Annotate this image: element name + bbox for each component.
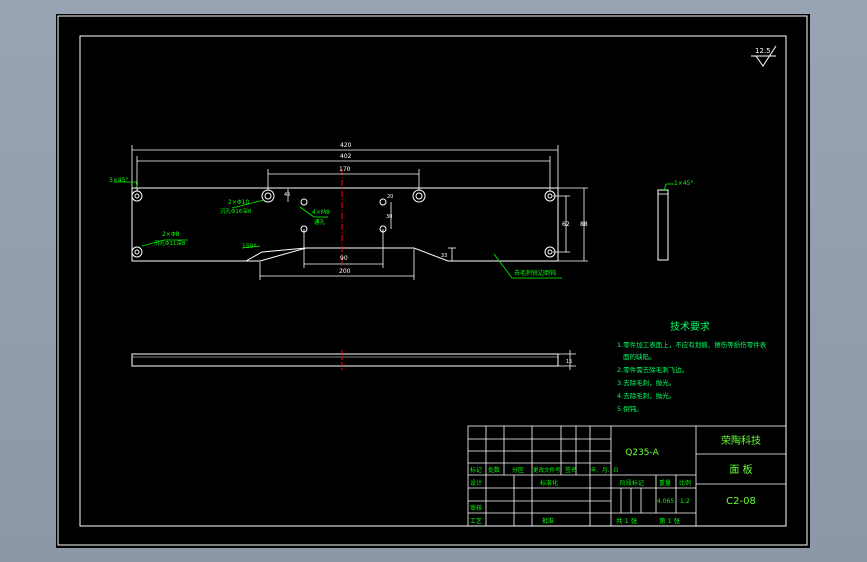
tech-item-4: 4.去除毛刺，抛光。	[617, 391, 675, 400]
tb-scale-value: 1:2	[680, 498, 690, 505]
hole-callout-bottom-sub: 沉孔Φ11深8	[154, 239, 186, 247]
company-name: 荣陶科技	[721, 434, 761, 447]
tech-item-1: 1.零件加工表面上，不应有划痕、擦伤等损伤零件表	[617, 340, 767, 349]
tb-stage-label: 阶段标记	[620, 479, 644, 487]
tb-header-date: 年、月、日	[591, 466, 619, 474]
chamfer-left-label: 3×45°	[109, 177, 128, 184]
tb-review: 审核	[470, 504, 482, 512]
tap-callout: 4×M8	[312, 209, 330, 216]
hole-callout-top: 2×Φ10	[228, 199, 249, 206]
front-view: 420 402 170 90 200 45 20 30 62 88 33 3×4…	[109, 142, 588, 280]
material: Q235-A	[625, 448, 659, 458]
hole	[131, 246, 143, 258]
tb-approve: 批准	[542, 517, 554, 525]
dim-thickness: 15	[566, 359, 572, 365]
dim-slot-height: 33	[441, 253, 447, 259]
tb-sheet-no: 第 1 张	[659, 516, 681, 525]
chamfer-side-label: 1×45°	[674, 180, 693, 187]
tb-weight-value: 4.065	[657, 498, 674, 505]
dim-inner-span: 170	[339, 166, 351, 173]
tech-requirements-title: 技术要求	[670, 320, 710, 333]
tb-design: 设计	[470, 479, 482, 487]
hole-callout-top-sub: 沉孔Φ16深8	[220, 207, 252, 215]
dim-small-h: 20	[387, 194, 393, 200]
dim-bottom-span: 200	[339, 268, 351, 275]
tb-header-mark: 标记	[470, 466, 482, 474]
side-view: 1×45°	[657, 180, 693, 261]
tb-standardize: 标准化	[540, 479, 558, 487]
dim-height-right: 62	[562, 221, 570, 228]
tech-item-1b: 面的缺陷。	[623, 352, 656, 361]
tb-header-zone: 分区	[512, 466, 524, 474]
cad-viewport[interactable]: 12.5 420 402 170 90 200 45 20 30 62 88 3…	[56, 14, 810, 548]
tech-item-3: 3.去除毛刺，抛光。	[617, 378, 675, 387]
drawing-number: C2-08	[726, 496, 756, 507]
drawing-canvas: 12.5 420 402 170 90 200 45 20 30 62 88 3…	[57, 15, 808, 546]
hole-callout-bottom: 2×Φ8	[162, 231, 180, 238]
front-view-outline	[131, 187, 559, 262]
surface-finish-value: 12.5	[755, 47, 771, 55]
bottom-view: 15	[131, 350, 576, 370]
tech-item-5: 5.倒钝。	[617, 404, 643, 413]
tb-process: 工艺	[470, 517, 482, 525]
counterbore-hole	[412, 189, 426, 203]
part-name: 面 板	[729, 463, 752, 476]
dimension-lines	[131, 145, 588, 280]
dim-small-v: 45	[284, 192, 290, 198]
tb-header-count: 处数	[488, 466, 500, 474]
dim-height-total: 88	[580, 221, 588, 228]
dim-center-offset: 90	[340, 255, 348, 262]
dim-overall-length: 420	[340, 142, 352, 149]
tech-requirements: 技术要求 1.零件加工表面上，不应有划痕、擦伤等损伤零件表 面的缺陷。 2.零件…	[617, 320, 767, 413]
outer-frame	[57, 15, 808, 546]
tech-item-2: 2.零件需去除毛刺飞边。	[617, 365, 688, 374]
dim-mid-h: 30	[386, 214, 392, 220]
tb-scale-label: 比例	[679, 479, 691, 487]
dim-hole-span: 402	[340, 153, 352, 160]
angle-label: 150°	[242, 243, 256, 250]
tap-callout-sub: 通孔	[314, 218, 326, 226]
tb-header-change-doc: 更改文件号	[533, 466, 561, 474]
edge-note: 去毛刺锐边倒钝	[514, 269, 556, 277]
inner-frame	[79, 35, 787, 527]
tb-header-sign: 签名	[565, 466, 577, 474]
tb-weight-label: 重量	[659, 479, 671, 487]
surface-finish-symbol: 12.5	[751, 45, 777, 67]
hole	[131, 190, 143, 202]
tb-sheet-total: 共 1 张	[616, 516, 638, 525]
